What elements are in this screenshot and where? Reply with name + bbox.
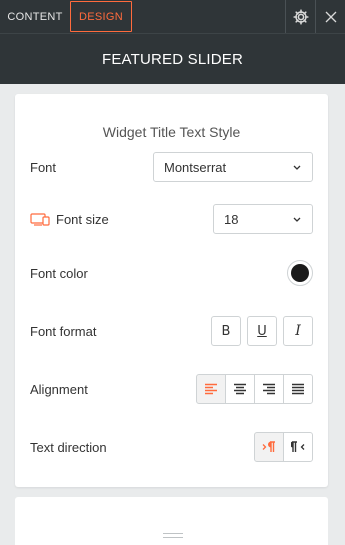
alignment-buttons xyxy=(196,374,313,404)
font-size-label-group: Font size xyxy=(30,212,109,227)
align-center-icon xyxy=(234,383,246,395)
font-size-value: 18 xyxy=(224,211,239,227)
font-size-control: 18 xyxy=(213,204,313,234)
font-select[interactable]: Montserrat xyxy=(153,152,313,182)
chevron-down-icon xyxy=(292,165,302,170)
font-format-row: Font format B U I xyxy=(30,315,313,347)
section-title: Widget Title Text Style xyxy=(102,124,241,140)
bold-button[interactable]: B xyxy=(211,316,241,346)
font-control: Montserrat xyxy=(153,152,313,182)
align-center-button[interactable] xyxy=(225,374,255,404)
bold-icon: B xyxy=(221,323,231,339)
tab-content[interactable]: CONTENT xyxy=(0,0,70,33)
ltr-button[interactable] xyxy=(254,432,284,462)
alignment-control xyxy=(196,374,313,404)
desktop-mobile-icon[interactable] xyxy=(30,212,50,226)
close-button[interactable] xyxy=(315,0,345,33)
tab-bar-spacer xyxy=(132,0,285,33)
font-format-buttons: B U I xyxy=(211,316,313,346)
align-left-button[interactable] xyxy=(196,374,226,404)
italic-icon: I xyxy=(295,323,301,339)
close-icon xyxy=(325,11,336,22)
rtl-button[interactable] xyxy=(283,432,313,462)
italic-button[interactable]: I xyxy=(283,316,313,346)
underline-button[interactable]: U xyxy=(247,316,277,346)
panel-title: FEATURED SLIDER xyxy=(101,50,244,68)
align-justify-button[interactable] xyxy=(283,374,313,404)
align-left-icon xyxy=(205,383,217,395)
text-direction-buttons xyxy=(254,432,313,462)
grip-icon xyxy=(162,532,183,538)
font-color-picker[interactable] xyxy=(287,260,313,286)
font-color-row: Font color xyxy=(30,257,313,289)
text-direction-label: Text direction xyxy=(30,439,107,455)
text-direction-row: Text direction xyxy=(30,431,313,463)
font-size-label: Font size xyxy=(56,211,109,227)
font-color-label: Font color xyxy=(30,265,88,281)
chevron-down-icon xyxy=(292,217,302,222)
align-justify-icon xyxy=(292,383,304,395)
text-direction-control xyxy=(254,432,313,462)
font-format-label: Font format xyxy=(30,323,97,339)
underline-icon: U xyxy=(257,323,267,339)
font-size-select[interactable]: 18 xyxy=(213,204,313,234)
align-right-icon xyxy=(263,383,275,395)
design-panel: CONTENT DESIGN FEATURED SLIDER Widget Ti… xyxy=(0,0,345,545)
tab-design[interactable]: DESIGN xyxy=(70,1,132,32)
font-select-value: Montserrat xyxy=(164,159,227,175)
align-right-button[interactable] xyxy=(254,374,284,404)
font-row: Font Montserrat xyxy=(30,151,313,183)
alignment-row: Alignment xyxy=(30,373,313,405)
gear-icon xyxy=(292,8,309,25)
font-color-dot xyxy=(291,264,309,282)
font-size-row: Font size 18 xyxy=(30,203,313,235)
settings-button[interactable] xyxy=(285,0,315,33)
rtl-icon xyxy=(291,441,305,452)
font-label: Font xyxy=(30,159,57,175)
panel-header: FEATURED SLIDER xyxy=(0,33,345,84)
font-format-control: B U I xyxy=(211,316,313,346)
ltr-icon xyxy=(262,441,275,452)
settings-card: Widget Title Text Style Font Montserrat xyxy=(15,94,328,487)
alignment-label: Alignment xyxy=(30,381,88,397)
font-color-control xyxy=(287,260,313,286)
resize-handle[interactable] xyxy=(0,525,345,545)
tab-bar: CONTENT DESIGN xyxy=(0,0,345,33)
